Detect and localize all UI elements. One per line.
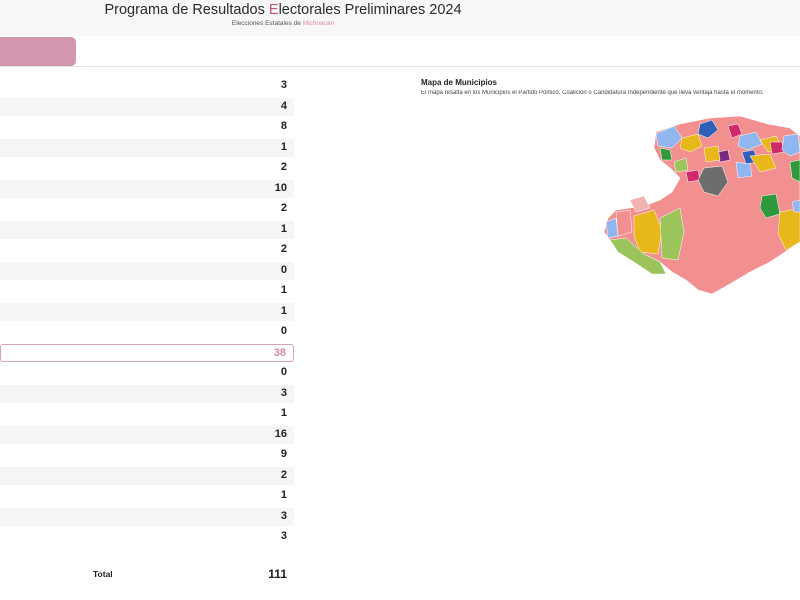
table-row[interactable]: 2 xyxy=(0,200,294,218)
tab-bar xyxy=(0,36,800,67)
row-value: 9 xyxy=(280,448,287,460)
table-row[interactable]: 4 xyxy=(0,97,294,116)
row-value: 16 xyxy=(274,427,287,440)
table-row[interactable]: 1 xyxy=(0,302,294,321)
table-row[interactable]: 3 xyxy=(0,528,294,546)
map-region-majority xyxy=(615,209,633,237)
page-title: Programa de Resultados Electorales Preli… xyxy=(104,2,462,18)
table-row[interactable]: 38 xyxy=(0,343,294,362)
total-label: Total xyxy=(93,569,113,579)
map-region-magenta xyxy=(769,141,785,155)
row-value: 1 xyxy=(280,489,287,501)
row-value: 10 xyxy=(274,181,287,194)
table-row[interactable]: 1 xyxy=(0,138,294,157)
table-row[interactable]: 2 xyxy=(0,466,294,485)
row-value: 1 xyxy=(280,407,287,419)
table-row[interactable]: 16 xyxy=(0,425,294,444)
row-value: 0 xyxy=(280,366,287,378)
tab-active[interactable] xyxy=(0,37,76,66)
map-region-blue-light xyxy=(735,161,753,179)
row-value: 0 xyxy=(280,263,287,276)
table-row[interactable]: 2 xyxy=(0,241,294,259)
map-title: Mapa de Municipios xyxy=(421,78,498,87)
table-row[interactable]: 8 xyxy=(0,118,294,136)
row-value: 2 xyxy=(280,161,287,173)
row-value: 1 xyxy=(280,222,287,235)
table-row[interactable]: 1 xyxy=(0,220,294,239)
row-value: 3 xyxy=(280,509,287,522)
table-row[interactable]: 0 xyxy=(0,323,294,341)
row-value: 2 xyxy=(280,243,287,255)
table-row[interactable]: 0 xyxy=(0,261,294,280)
row-value: 4 xyxy=(280,99,287,112)
row-value: 2 xyxy=(280,202,287,214)
row-value: 3 xyxy=(280,530,287,542)
table-row[interactable]: 10 xyxy=(0,179,294,198)
municipios-map[interactable] xyxy=(600,112,800,298)
header: Programa de Resultados Electorales Preli… xyxy=(0,0,800,36)
table-row[interactable]: 3 xyxy=(0,507,294,526)
table-row[interactable]: 3 xyxy=(0,384,294,403)
row-value: 0 xyxy=(280,325,287,337)
map-region-green-dark xyxy=(659,147,673,161)
row-value: 1 xyxy=(280,284,287,296)
row-value: 1 xyxy=(280,304,287,317)
map-region-yellow xyxy=(703,145,721,163)
map-description: El mapa resalta en los Municipios el Par… xyxy=(421,90,764,96)
table-row[interactable]: 2 xyxy=(0,159,294,177)
table-row[interactable]: 1 xyxy=(0,405,294,423)
page-subtitle: Elecciones Estatales de Michoacán xyxy=(231,20,335,27)
table-row[interactable]: 9 xyxy=(0,446,294,464)
row-value: 38 xyxy=(273,346,286,359)
row-value: 2 xyxy=(280,468,287,481)
table-row[interactable]: 3 xyxy=(0,77,294,95)
table-row[interactable]: 1 xyxy=(0,487,294,505)
table-row[interactable]: 1 xyxy=(0,282,294,300)
row-value: 8 xyxy=(280,120,287,132)
row-value: 3 xyxy=(280,386,287,399)
row-value: 1 xyxy=(280,140,287,153)
total-value: 111 xyxy=(268,567,287,581)
table-row[interactable]: 0 xyxy=(0,364,294,382)
row-value: 3 xyxy=(280,79,287,91)
